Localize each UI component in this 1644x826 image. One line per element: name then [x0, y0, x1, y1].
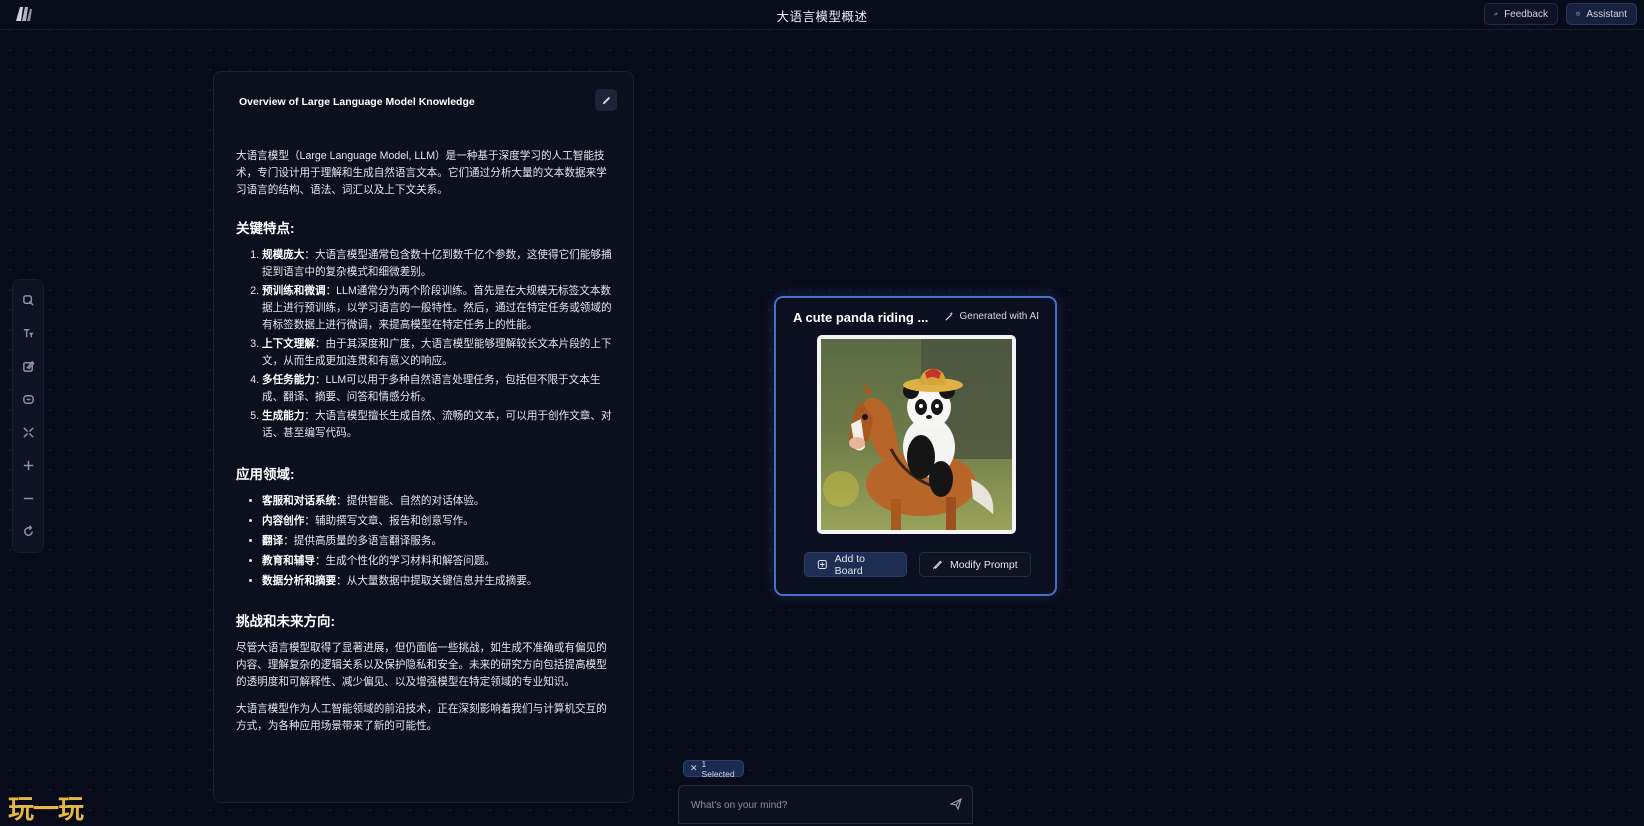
closing-paragraph: 大语言模型作为人工智能领域的前沿技术，正在深刻影响着我们与计算机交互的方式，为各…: [236, 703, 607, 732]
magic-wand-icon: [944, 311, 953, 321]
document-intro: 大语言模型（Large Language Model, LLM）是一种基于深度学…: [236, 150, 607, 196]
list-item: 生成能力：大语言模型擅长生成自然、流畅的文本，可以用于创作文章、对话、甚至编写代…: [262, 408, 615, 442]
board-title[interactable]: 大语言模型概述: [0, 6, 1644, 25]
assistant-label: Assistant: [1586, 8, 1627, 20]
list-item: 上下文理解：由于其深度和广度，大语言模型能够理解较长文本片段的上下文，从而生成更…: [262, 336, 615, 370]
list-item: 数据分析和摘要：从大量数据中提取关键信息并生成摘要。: [262, 573, 615, 590]
text-tool[interactable]: [16, 322, 40, 346]
send-icon[interactable]: [949, 797, 963, 811]
selected-count: 1 Selected: [701, 758, 735, 779]
document-body: 大语言模型（Large Language Model, LLM）是一种基于深度学…: [236, 148, 615, 735]
document-title: Overview of Large Language Model Knowled…: [239, 96, 475, 108]
features-list: 规模庞大：大语言模型通常包含数十亿到数千亿个参数，这使得它们能够捕捉到语言中的复…: [236, 247, 615, 442]
select-icon: [22, 295, 34, 306]
select-tool[interactable]: [16, 289, 40, 313]
applications-heading: 应用领域:: [236, 467, 295, 482]
top-bar: 大语言模型概述 Feedback Assistant: [0, 0, 1644, 30]
zoom-out-icon: [23, 497, 33, 500]
generated-image-card[interactable]: A cute panda riding ... Generated with A…: [774, 296, 1057, 596]
applications-list: 客服和对话系统：提供智能、自然的对话体验。 内容创作：辅助撰写文章、报告和创意写…: [236, 493, 615, 590]
expand-tool[interactable]: [16, 421, 40, 445]
image-actions: Add to Board Modify Prompt: [804, 552, 1031, 577]
note-tool[interactable]: [16, 355, 40, 379]
assistant-button[interactable]: Assistant: [1566, 3, 1637, 25]
document-card[interactable]: Overview of Large Language Model Knowled…: [213, 71, 634, 803]
add-square-icon: [817, 560, 827, 569]
assistant-icon: [1576, 12, 1581, 16]
image-card-title: A cute panda riding ...: [793, 310, 929, 325]
panda-horse-image[interactable]: [817, 335, 1016, 534]
chat-box: [678, 785, 973, 824]
list-item: 客服和对话系统：提供智能、自然的对话体验。: [262, 493, 615, 510]
canvas-toolbar: [12, 279, 44, 553]
edit-document-button[interactable]: [595, 89, 617, 111]
reset-view-button[interactable]: [16, 520, 40, 544]
list-item: 内容创作：辅助撰写文章、报告和创意写作。: [262, 513, 615, 530]
list-item: 翻译：提供高质量的多语言翻译服务。: [262, 533, 615, 550]
expand-icon: [22, 427, 34, 438]
selected-chip[interactable]: ✕ 1 Selected: [683, 758, 744, 779]
list-item: 规模庞大：大语言模型通常包含数十亿到数千亿个参数，这使得它们能够捕捉到语言中的复…: [262, 247, 615, 281]
modify-prompt-button[interactable]: Modify Prompt: [919, 552, 1031, 577]
features-heading: 关键特点:: [236, 221, 295, 236]
chat-tool[interactable]: [16, 388, 40, 412]
chat-input[interactable]: [689, 795, 933, 815]
zoom-in-button[interactable]: [16, 454, 40, 478]
feedback-label: Feedback: [1504, 8, 1548, 20]
note-icon: [22, 360, 35, 372]
pencil-icon: [602, 96, 610, 104]
feedback-icon: [1494, 12, 1498, 16]
add-to-board-button[interactable]: Add to Board: [804, 552, 907, 577]
generated-with-ai-label: Generated with AI: [944, 311, 1039, 322]
list-item: 多任务能力：LLM可以用于多种自然语言处理任务，包括但不限于文本生成、翻译、摘要…: [262, 372, 615, 406]
zoom-in-icon: [23, 460, 33, 471]
reset-icon: [23, 525, 33, 536]
zoom-out-button[interactable]: [16, 487, 40, 511]
list-item: 预训练和微调：LLM通常分为两个阶段训练。首先是在大规模无标签文本数据上进行预训…: [262, 283, 615, 334]
watermark-logo: 玩一玩: [8, 795, 84, 825]
feedback-button[interactable]: Feedback: [1484, 3, 1558, 25]
list-item: 教育和辅导：生成个性化的学习材料和解答问题。: [262, 553, 615, 570]
clear-selection-icon[interactable]: ✕: [690, 763, 698, 774]
brush-icon: [932, 560, 942, 570]
chat-icon: [22, 395, 34, 404]
challenges-paragraph: 尽管大语言模型取得了显著进展，但仍面临一些挑战，如生成不准确或有偏见的内容、理解…: [236, 642, 607, 688]
text-icon: [23, 329, 33, 338]
challenges-heading: 挑战和未来方向:: [236, 614, 335, 629]
